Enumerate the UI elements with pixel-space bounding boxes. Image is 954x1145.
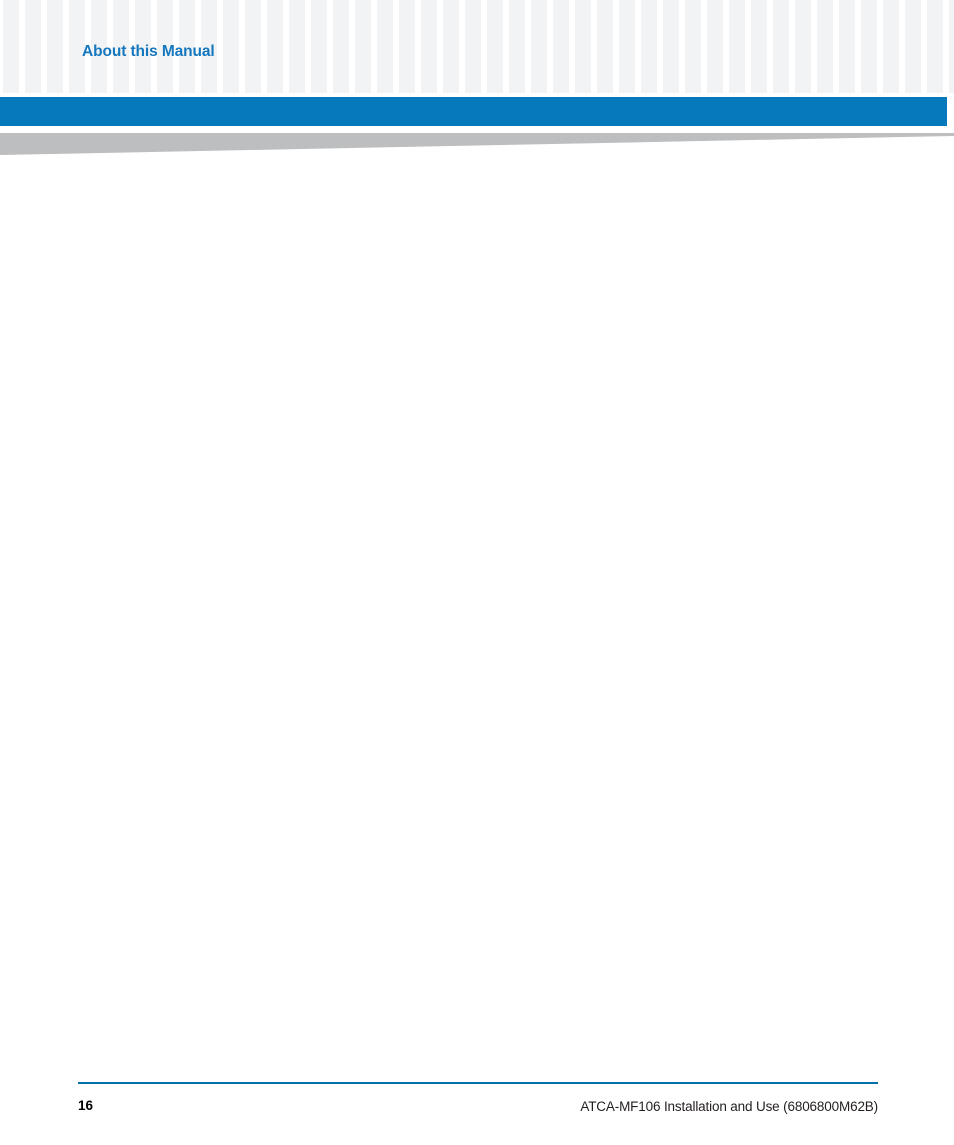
footer-document-title: ATCA-MF106 Installation and Use (6806800… [580,1099,878,1114]
footer-page-number: 16 [78,1098,94,1113]
pattern-row [3,25,954,41]
document-page: About this Manual 16 ATCA-MF106 Installa… [0,0,954,1145]
header-gray-wedge [0,133,954,157]
page-footer: 16 ATCA-MF106 Installation and Use (6806… [0,1078,954,1138]
gray-wedge-shape [0,133,954,155]
page-body-content [78,175,878,1065]
footer-divider-rule [78,1082,878,1084]
pattern-row [3,69,954,85]
running-head-title: About this Manual [82,43,215,60]
header-blue-bar [0,97,947,126]
pattern-row [3,3,954,19]
